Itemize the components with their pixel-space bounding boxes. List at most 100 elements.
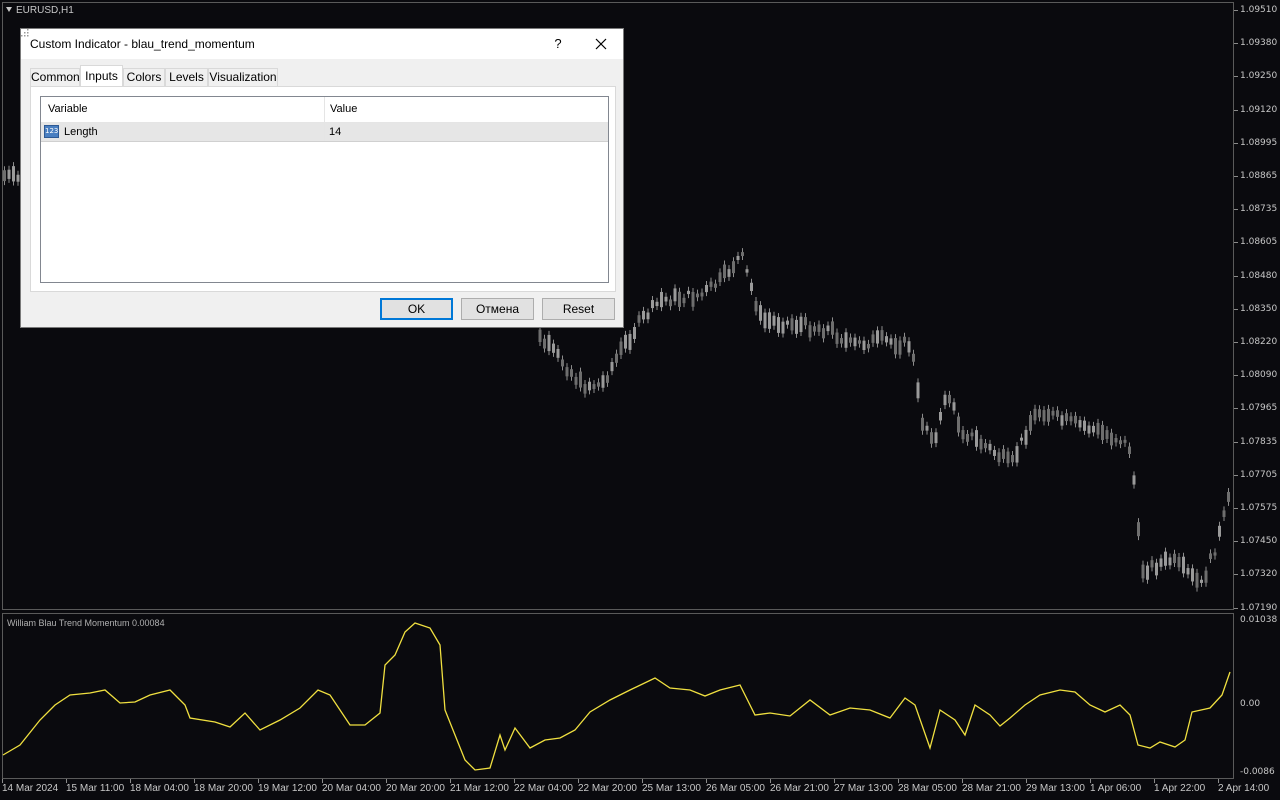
time-tick-label: 2 Apr 14:00 bbox=[1218, 783, 1270, 794]
candle-body bbox=[934, 432, 938, 444]
candle-body bbox=[592, 384, 596, 389]
price-tick-label: 1.08735 bbox=[1240, 204, 1278, 215]
candle-body bbox=[714, 283, 717, 288]
price-tick bbox=[1234, 574, 1238, 576]
close-button[interactable] bbox=[588, 32, 614, 56]
indicator-line bbox=[2, 622, 1231, 771]
candle-body bbox=[1069, 416, 1073, 422]
help-button[interactable]: ? bbox=[546, 32, 570, 56]
candle-body bbox=[786, 320, 789, 325]
candle-body bbox=[840, 338, 843, 344]
candle-body bbox=[664, 296, 668, 302]
candle-body bbox=[993, 449, 996, 456]
candle-body bbox=[853, 337, 857, 347]
price-tick-label: 1.07965 bbox=[1240, 403, 1278, 414]
candle-body bbox=[880, 330, 884, 341]
candle-body bbox=[1074, 415, 1077, 424]
time-tick bbox=[642, 779, 643, 783]
tab-colors[interactable]: Colors bbox=[123, 68, 165, 86]
candle-body bbox=[745, 269, 749, 273]
indicator-tick-label: 0.00 bbox=[1240, 699, 1261, 709]
candle-body bbox=[1020, 437, 1023, 441]
candle-body bbox=[1227, 491, 1230, 502]
ok-button[interactable]: OK bbox=[380, 298, 453, 320]
column-divider[interactable] bbox=[324, 97, 325, 141]
price-tick-label: 1.09510 bbox=[1240, 5, 1278, 15]
candle-body bbox=[651, 300, 654, 309]
price-tick-label: 1.09250 bbox=[1240, 71, 1278, 82]
candle-body bbox=[1155, 562, 1158, 576]
candle-body bbox=[804, 317, 807, 326]
inputs-tab-panel: Variable Value 123 Length 14 bbox=[30, 86, 616, 292]
time-tick-label: 22 Mar 20:00 bbox=[578, 783, 637, 794]
dialog-titlebar[interactable]: Custom Indicator - blau_trend_momentum ? bbox=[21, 29, 623, 59]
resize-grip-icon[interactable] bbox=[21, 29, 29, 37]
candle-body bbox=[939, 412, 942, 421]
time-tick bbox=[130, 779, 131, 783]
cancel-button[interactable]: Отмена bbox=[461, 298, 534, 320]
price-tick-label: 1.08995 bbox=[1240, 137, 1278, 148]
column-header-value[interactable]: Value bbox=[330, 103, 357, 115]
time-tick-label: 14 Mar 2024 bbox=[2, 783, 59, 794]
candle-body bbox=[984, 443, 987, 449]
candle-body bbox=[1056, 410, 1059, 417]
candle-body bbox=[1078, 420, 1082, 428]
price-tick-label: 1.07320 bbox=[1240, 569, 1278, 580]
candle-body bbox=[898, 340, 902, 355]
candle-body bbox=[754, 300, 758, 312]
time-tick-label: 1 Apr 06:00 bbox=[1090, 783, 1142, 794]
candle-body bbox=[1038, 409, 1041, 418]
candle-body bbox=[736, 255, 740, 261]
candle-body bbox=[1105, 430, 1109, 439]
inputs-table: Variable Value 123 Length 14 bbox=[40, 96, 609, 283]
candle-body bbox=[628, 333, 632, 350]
candle-body bbox=[1110, 432, 1113, 446]
candle-body bbox=[1029, 415, 1032, 431]
candle-body bbox=[7, 169, 11, 179]
candle-body bbox=[1182, 556, 1185, 574]
price-tick-label: 1.08480 bbox=[1240, 270, 1278, 281]
value-cell[interactable]: 14 bbox=[329, 126, 341, 138]
symbol-text: EURUSD,H1 bbox=[16, 5, 74, 16]
candle-body bbox=[916, 382, 920, 399]
time-tick bbox=[386, 779, 387, 783]
candle-body bbox=[1092, 425, 1095, 433]
time-tick bbox=[962, 779, 963, 783]
variable-cell: Length bbox=[64, 126, 98, 138]
candle-body bbox=[741, 252, 744, 257]
candle-body bbox=[1209, 553, 1212, 559]
price-tick-label: 1.08350 bbox=[1240, 303, 1278, 314]
candle-body bbox=[1222, 510, 1226, 517]
tab-visualization[interactable]: Visualization bbox=[208, 68, 278, 86]
candle-body bbox=[547, 334, 551, 352]
price-tick bbox=[1234, 76, 1238, 78]
candle-body bbox=[849, 337, 852, 343]
tab-inputs[interactable]: Inputs bbox=[80, 65, 123, 87]
reset-button[interactable]: Reset bbox=[542, 298, 615, 320]
candle-body bbox=[1119, 440, 1122, 445]
candle-body bbox=[1204, 570, 1208, 583]
candle-body bbox=[727, 269, 731, 277]
column-header-variable[interactable]: Variable bbox=[48, 103, 88, 115]
candle-body bbox=[1200, 579, 1203, 583]
price-tick bbox=[1234, 375, 1238, 377]
price-tick bbox=[1234, 474, 1238, 476]
candle-body bbox=[1146, 565, 1149, 580]
price-tick bbox=[1234, 441, 1238, 443]
candle-body bbox=[691, 291, 695, 307]
candle-body bbox=[538, 329, 542, 343]
tab-common[interactable]: Common bbox=[30, 68, 80, 86]
tab-levels[interactable]: Levels bbox=[165, 68, 208, 86]
candle-body bbox=[633, 326, 636, 339]
price-tick bbox=[1234, 142, 1238, 144]
candle-body bbox=[1083, 420, 1086, 431]
candle-body bbox=[3, 170, 6, 182]
time-tick bbox=[1090, 779, 1091, 783]
time-tick-label: 22 Mar 04:00 bbox=[514, 783, 573, 794]
candle-body bbox=[952, 402, 956, 411]
candle-body bbox=[1195, 572, 1199, 588]
candle-body bbox=[1051, 410, 1055, 416]
candle-body bbox=[1173, 553, 1176, 564]
time-tick-label: 1 Apr 22:00 bbox=[1154, 783, 1206, 794]
dropdown-triangle-icon[interactable] bbox=[6, 7, 12, 12]
